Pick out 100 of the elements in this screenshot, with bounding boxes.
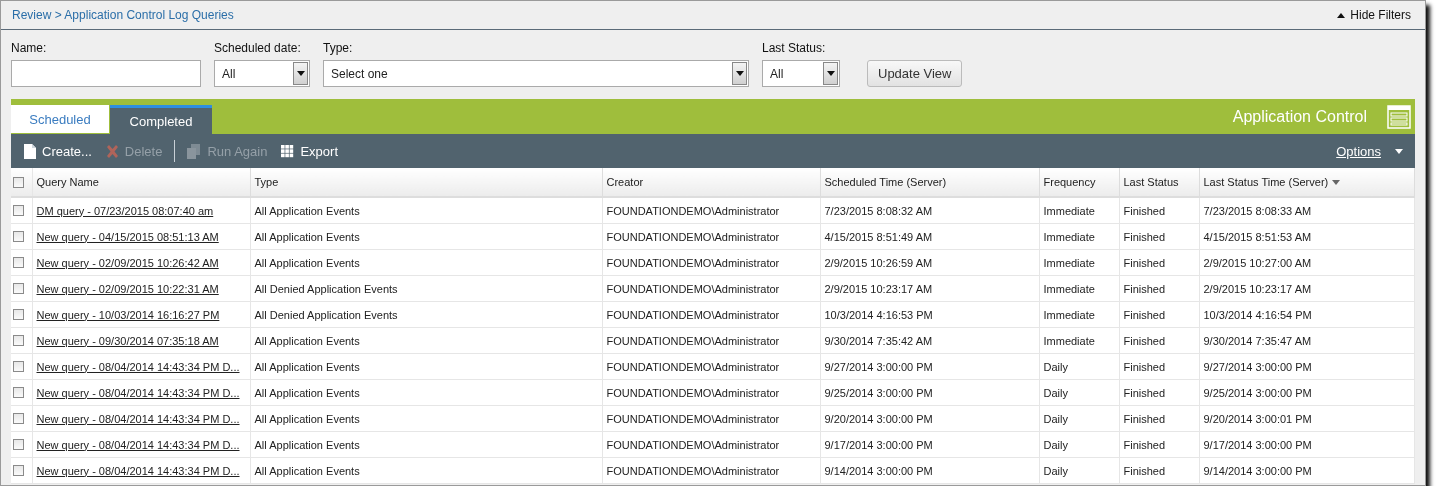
dropdown[interactable]: All [214, 60, 310, 87]
query-link[interactable]: New query - 02/09/2015 10:22:31 AM [36, 282, 219, 295]
column-header[interactable]: Last Status Time (Server) [1199, 168, 1415, 197]
table-cell: Finished [1123, 308, 1166, 321]
row-checkbox[interactable] [13, 439, 24, 450]
table-cell: 9/20/2014 3:00:00 PM [824, 412, 933, 425]
table-cell: Immediate [1043, 308, 1095, 321]
row-checkbox[interactable] [13, 257, 24, 268]
table-cell: Finished [1123, 334, 1166, 347]
table-cell: All Application Events [254, 438, 360, 451]
table-cell: FOUNDATIONDEMO\Administrator [606, 464, 780, 477]
query-link[interactable]: New query - 10/03/2014 16:16:27 PM [36, 308, 220, 321]
document-icon [24, 143, 36, 159]
tab[interactable]: Completed [110, 105, 212, 134]
copy-icon [187, 143, 202, 159]
caret-icon [826, 71, 835, 76]
hide-filters-button[interactable]: Hide Filters [1337, 8, 1411, 22]
table-cell: 9/20/2014 3:00:01 PM [1203, 412, 1312, 425]
dropdown[interactable]: Select one [323, 60, 749, 87]
query-link[interactable]: DM query - 07/23/2015 08:07:40 am [36, 204, 214, 217]
table-cell: 9/14/2014 3:00:00 PM [824, 464, 933, 477]
query-link[interactable]: New query - 04/15/2015 08:51:13 AM [36, 230, 219, 243]
column-header[interactable]: Query Name [32, 168, 250, 197]
table-cell: FOUNDATIONDEMO\Administrator [606, 412, 780, 425]
column-header[interactable]: Frequency [1039, 168, 1119, 197]
table-cell: Finished [1123, 204, 1166, 217]
table-cell: 9/14/2014 3:00:00 PM [1203, 464, 1312, 477]
row-checkbox[interactable] [13, 309, 24, 320]
table-cell: FOUNDATIONDEMO\Administrator [606, 334, 780, 347]
query-link[interactable]: New query - 08/04/2014 14:43:34 PM D... [36, 360, 240, 373]
caret-icon [1395, 148, 1403, 154]
table-cell: Finished [1123, 282, 1166, 295]
table-cell: 4/15/2015 8:51:53 AM [1203, 230, 1312, 243]
table-cell: Finished [1123, 464, 1166, 477]
table-cell: All Application Events [254, 360, 360, 373]
caret-icon [1337, 12, 1346, 18]
filter-label: Type: [323, 41, 354, 55]
table-cell: 2/9/2015 10:27:00 AM [1203, 256, 1312, 269]
row-checkbox[interactable] [13, 335, 24, 346]
row-checkbox[interactable] [13, 361, 24, 372]
table-cell: Finished [1123, 438, 1166, 451]
table-cell: All Application Events [254, 256, 360, 269]
table-cell: 9/30/2014 7:35:42 AM [824, 334, 933, 347]
table-cell: FOUNDATIONDEMO\Administrator [606, 282, 780, 295]
window-icon [1387, 104, 1411, 129]
column-header[interactable]: Type [250, 168, 602, 197]
toolbar-button[interactable]: Export [276, 143, 343, 159]
table-cell: FOUNDATIONDEMO\Administrator [606, 386, 780, 399]
table-cell: 7/23/2015 8:08:32 AM [824, 204, 933, 217]
update-view-button[interactable]: Update View [867, 60, 963, 87]
table-cell: 9/17/2014 3:00:00 PM [824, 438, 933, 451]
name-field[interactable] [11, 60, 201, 87]
table-cell: 9/25/2014 3:00:00 PM [1203, 386, 1312, 399]
query-link[interactable]: New query - 08/04/2014 14:43:34 PM D... [36, 438, 240, 451]
row-checkbox[interactable] [13, 465, 24, 476]
table-cell: Immediate [1043, 256, 1095, 269]
row-checkbox[interactable] [13, 413, 24, 424]
query-link[interactable]: New query - 02/09/2015 10:26:42 AM [36, 256, 219, 269]
query-link[interactable]: New query - 09/30/2014 07:35:18 AM [36, 334, 219, 347]
column-header[interactable]: Last Status [1119, 168, 1199, 197]
query-link[interactable]: New query - 08/04/2014 14:43:34 PM D... [36, 386, 240, 399]
dropdown[interactable]: All [762, 60, 840, 87]
toolbar-button[interactable]: Create... [19, 143, 97, 159]
query-link[interactable]: New query - 08/04/2014 14:43:34 PM D... [36, 464, 240, 477]
table-cell: Finished [1123, 256, 1166, 269]
row-checkbox[interactable] [13, 283, 24, 294]
grid-icon [281, 144, 295, 158]
table-cell: 2/9/2015 10:26:59 AM [824, 256, 933, 269]
table-cell: 7/23/2015 8:08:33 AM [1203, 204, 1312, 217]
table-cell: 9/27/2014 3:00:00 PM [824, 360, 933, 373]
table-cell: 9/27/2014 3:00:00 PM [1203, 360, 1312, 373]
cross-icon [105, 144, 119, 158]
select-all-checkbox[interactable] [13, 176, 24, 188]
table-cell: Daily [1043, 412, 1068, 425]
table-cell: All Application Events [254, 386, 360, 399]
breadcrumb[interactable]: Review > Application Control Log Queries [12, 8, 234, 22]
column-header[interactable]: Creator [602, 168, 820, 197]
row-checkbox[interactable] [13, 231, 24, 242]
row-checkbox[interactable] [13, 205, 24, 216]
row-checkbox[interactable] [13, 387, 24, 398]
table-cell: Finished [1123, 230, 1166, 243]
tab[interactable]: Scheduled [11, 105, 109, 133]
table-cell: FOUNDATIONDEMO\Administrator [606, 360, 780, 373]
table-cell: All Denied Application Events [254, 308, 398, 321]
filter-label: Name: [11, 41, 48, 55]
table-cell: 9/17/2014 3:00:00 PM [1203, 438, 1312, 451]
table-cell: Daily [1043, 464, 1068, 477]
table-cell: All Application Events [254, 230, 360, 243]
table-cell: All Application Events [254, 412, 360, 425]
filter-label: Last Status: [762, 41, 827, 55]
table-cell: 4/15/2015 8:51:49 AM [824, 230, 933, 243]
options-menu[interactable]: Options [1332, 143, 1407, 159]
table-cell: FOUNDATIONDEMO\Administrator [606, 438, 780, 451]
column-header[interactable]: Scheduled Time (Server) [820, 168, 1039, 197]
table-cell: Immediate [1043, 204, 1095, 217]
query-link[interactable]: New query - 08/04/2014 14:43:34 PM D... [36, 412, 240, 425]
table-cell: Daily [1043, 386, 1068, 399]
table-cell: 10/3/2014 4:16:54 PM [1203, 308, 1312, 321]
table-cell: Finished [1123, 386, 1166, 399]
caret-icon [735, 71, 744, 76]
